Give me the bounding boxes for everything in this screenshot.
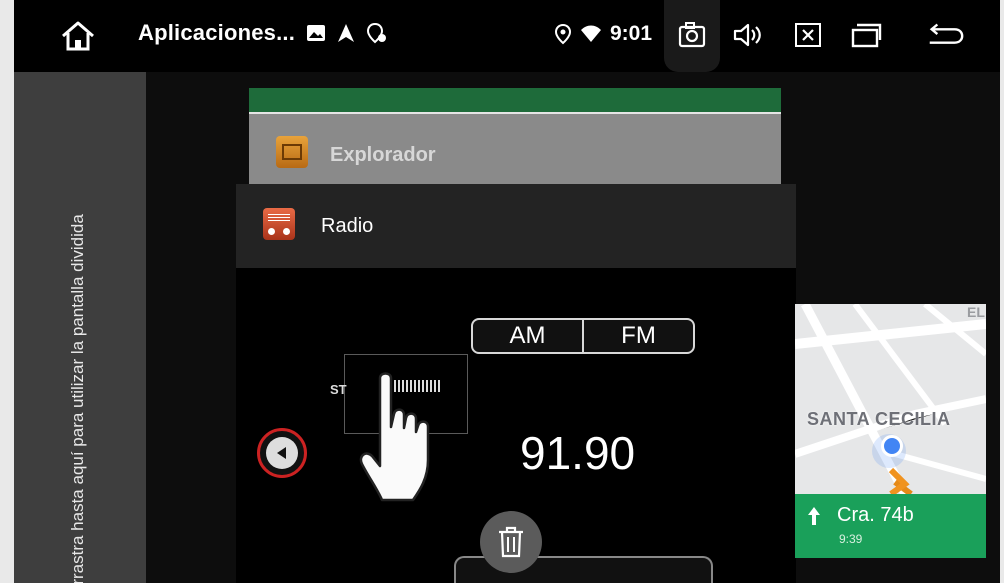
radio-card-title: Radio: [321, 215, 374, 237]
prev-arrow-icon: [266, 437, 298, 469]
wifi-icon: [581, 25, 601, 42]
remove-task-button[interactable]: [480, 511, 542, 573]
left-bezel: [0, 0, 14, 583]
map-place-label: SANTA CECILIA: [807, 409, 951, 429]
drag-hand-icon: [359, 372, 430, 502]
radio-card-header: [236, 184, 796, 268]
eta-time: 9:39: [839, 532, 863, 546]
fm-button[interactable]: FM: [584, 320, 693, 352]
app-title: Aplicaciones...: [138, 20, 296, 45]
camera-icon: [678, 22, 706, 48]
next-street: Cra. 74b: [837, 504, 914, 526]
location-settings-icon: [366, 22, 386, 44]
right-bezel: [1000, 0, 1004, 583]
turn-straight-icon: [808, 507, 820, 525]
location-pin-icon: [554, 23, 572, 45]
am-button[interactable]: AM: [473, 320, 582, 352]
band-selector: AM FM: [471, 318, 695, 354]
screen: Aplicaciones... 9:01 Arrastra hasta aquí…: [14, 0, 1000, 583]
navigation-banner[interactable]: Cra. 74b 9:39: [795, 494, 986, 558]
system-icons: 9:01: [554, 22, 652, 46]
status-bar: Aplicaciones... 9:01: [14, 0, 1000, 72]
recent-card-explorador[interactable]: [249, 114, 781, 184]
map-corner-label: EL: [967, 304, 985, 320]
volume-icon: [733, 23, 761, 47]
navigation-icon: [338, 24, 354, 42]
home-button[interactable]: [58, 18, 98, 54]
notification-icons: [306, 22, 388, 44]
recents-icon: [851, 23, 882, 48]
close-app-button[interactable]: [787, 16, 829, 54]
explorer-app-icon: [276, 136, 308, 168]
home-icon: [62, 21, 94, 51]
screenshot-button[interactable]: [671, 16, 713, 54]
close-window-icon: [795, 23, 821, 47]
map-widget[interactable]: EL SANTA CECILIA: [795, 304, 986, 494]
split-screen-drop-zone[interactable]: Arrastra hasta aquí para utilizar la pan…: [14, 72, 146, 583]
current-location-dot: [881, 435, 903, 457]
trash-icon: [499, 526, 523, 558]
split-screen-hint: Arrastra hasta aquí para utilizar la pan…: [68, 214, 87, 583]
volume-button[interactable]: [727, 16, 769, 54]
seek-previous-button[interactable]: [257, 428, 307, 478]
clock: 9:01: [610, 22, 653, 45]
radio-app-icon: [263, 208, 295, 240]
recents-button[interactable]: [845, 16, 887, 54]
frequency-display: 91.90: [520, 427, 636, 479]
back-button[interactable]: [924, 16, 966, 54]
explorer-card-title: Explorador: [330, 144, 436, 166]
stereo-indicator: ST: [330, 382, 347, 397]
image-icon: [307, 25, 325, 41]
back-icon: [929, 23, 964, 44]
